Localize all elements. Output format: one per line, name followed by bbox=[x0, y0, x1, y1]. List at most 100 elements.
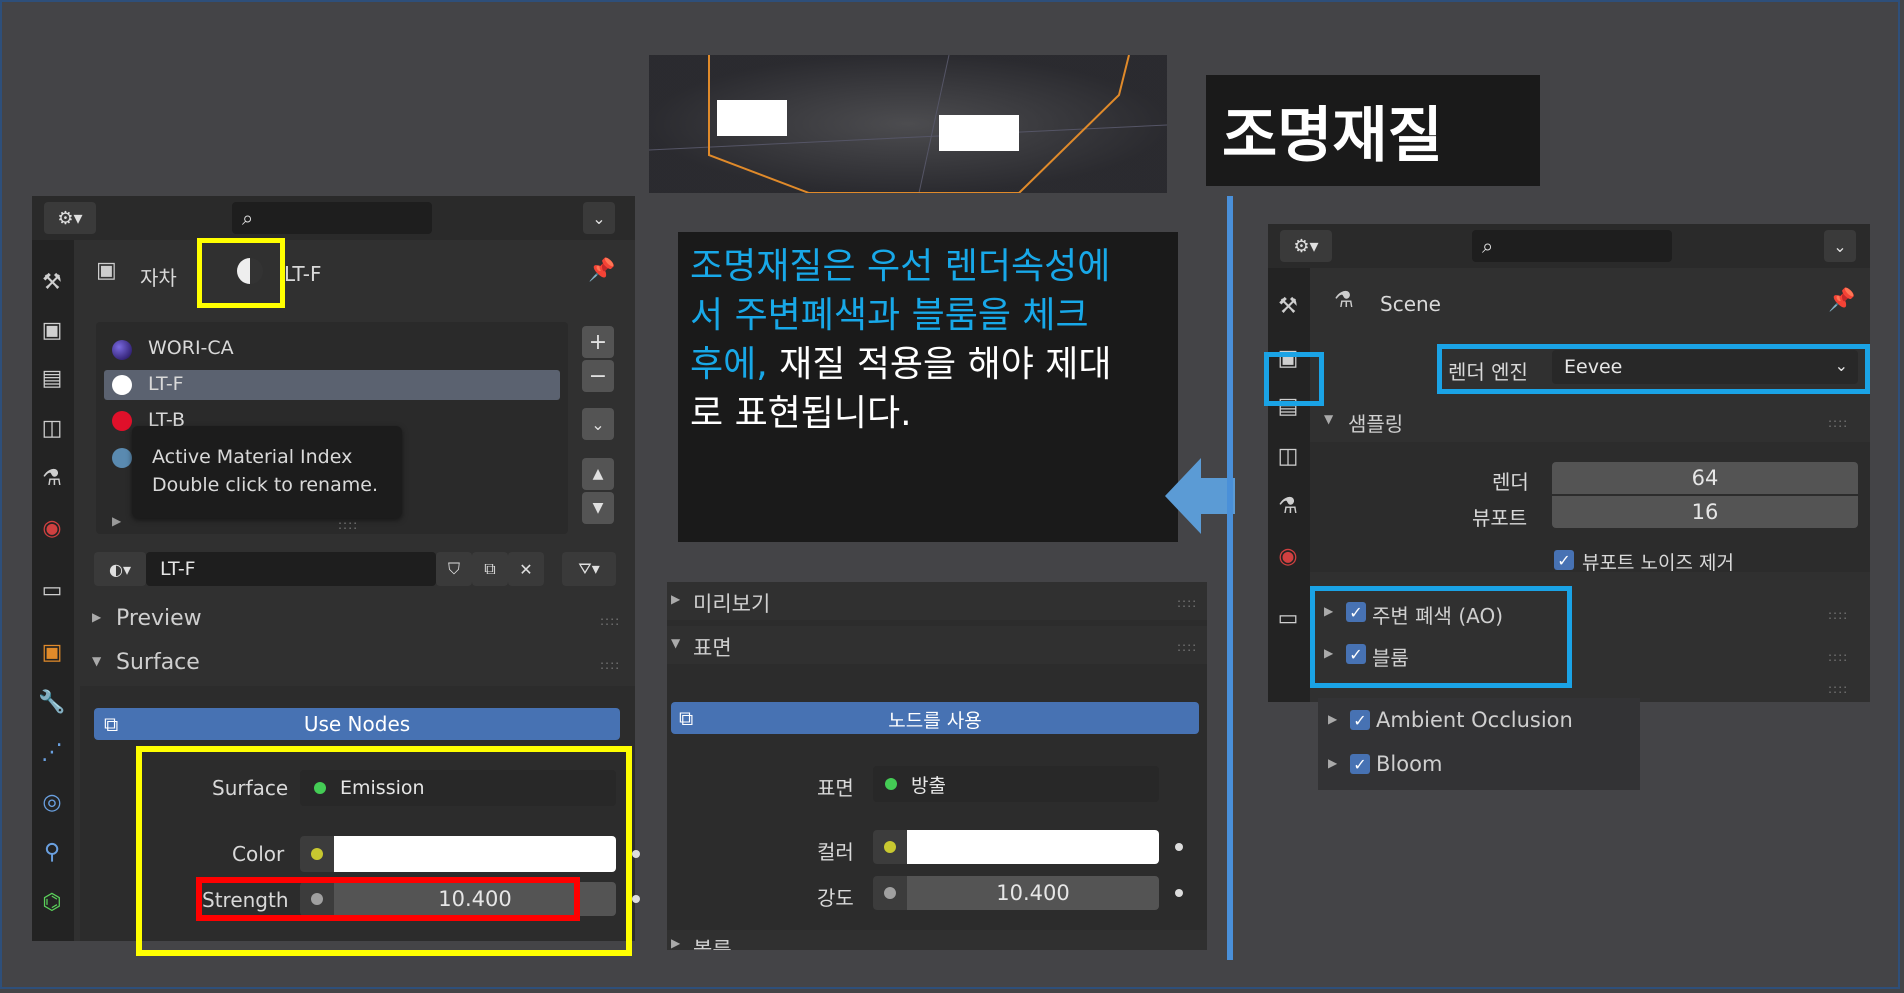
keyframe-dot[interactable] bbox=[1175, 889, 1183, 897]
viewport-samples-value: 16 bbox=[1691, 500, 1719, 524]
modifier-tab-icon[interactable]: 🔧 bbox=[32, 682, 72, 722]
link-type-button[interactable]: ⛛▾ bbox=[562, 552, 616, 586]
keyframe-dot[interactable] bbox=[1175, 843, 1183, 851]
expand-arrow-icon: ▶ bbox=[1328, 712, 1338, 726]
use-nodes-button[interactable]: ⧉ 노드를 사용 bbox=[671, 702, 1199, 734]
light-panel-right bbox=[939, 115, 1019, 151]
collapse-arrow-icon: ▼ bbox=[92, 654, 102, 668]
drag-grip[interactable]: :::: bbox=[1828, 416, 1848, 430]
color-swatch[interactable] bbox=[907, 830, 1159, 864]
surface-section-header[interactable]: ▼ Surface :::: bbox=[80, 644, 635, 682]
color-socket[interactable] bbox=[873, 830, 907, 864]
drag-grip[interactable]: :::: bbox=[1828, 650, 1848, 664]
render-samples-value: 64 bbox=[1691, 466, 1719, 490]
drag-grip[interactable]: :::: bbox=[1177, 640, 1197, 654]
expand-arrow-icon: ▶ bbox=[92, 610, 102, 624]
light-panel-left bbox=[717, 100, 787, 136]
list-expand-icon[interactable]: ▶ bbox=[112, 514, 121, 528]
material-tab-highlight bbox=[197, 238, 285, 308]
list-item-selected[interactable]: LT-F bbox=[104, 370, 560, 400]
world-tab-icon[interactable]: ◉ bbox=[1268, 536, 1308, 576]
keyframe-dot[interactable] bbox=[632, 895, 640, 903]
drag-grip[interactable]: :::: bbox=[1177, 596, 1197, 610]
remove-slot-button[interactable]: − bbox=[582, 360, 614, 392]
use-nodes-button[interactable]: ⧉ Use Nodes bbox=[94, 708, 620, 740]
ambient-occlusion-checkbox[interactable]: ✓ bbox=[1350, 710, 1370, 730]
strength-socket[interactable] bbox=[873, 876, 907, 910]
move-down-button[interactable]: ▼ bbox=[582, 492, 614, 524]
bloom-en-checkbox[interactable]: ✓ bbox=[1350, 754, 1370, 774]
pin-icon[interactable]: 📌 bbox=[1828, 288, 1855, 313]
data-tab-icon[interactable]: ⌬ bbox=[32, 882, 72, 922]
collection-tab-icon[interactable]: ▭ bbox=[32, 570, 72, 610]
object-tab-icon[interactable]: ▣ bbox=[32, 632, 72, 672]
strength-value-field[interactable]: 10.400 bbox=[907, 876, 1159, 910]
viewport-denoise-checkbox[interactable]: ✓ bbox=[1554, 550, 1574, 570]
expand-arrow-icon: ▶ bbox=[671, 592, 681, 606]
volume-section-header[interactable]: ▶ 볼륨 bbox=[667, 930, 1207, 950]
particles-tab-icon[interactable]: ⋰ bbox=[32, 732, 72, 772]
english-inset-panel: ▶ ✓ Ambient Occlusion ▶ ✓ Bloom bbox=[1318, 698, 1640, 790]
surface-section-header[interactable]: ▼ 표면 :::: bbox=[667, 626, 1207, 664]
surface-shader-field[interactable]: 방출 bbox=[873, 766, 1159, 802]
search-input[interactable]: ⌕ bbox=[1472, 230, 1672, 262]
viewport-samples-field[interactable]: 16 bbox=[1552, 496, 1858, 528]
tool-tab-icon[interactable]: ⚒ bbox=[1268, 286, 1308, 326]
strength-value: 10.400 bbox=[996, 881, 1070, 905]
world-tab-icon[interactable]: ◉ bbox=[32, 508, 72, 548]
keyframe-dot[interactable] bbox=[632, 850, 640, 858]
material-name-value: LT-F bbox=[160, 558, 196, 580]
sampling-label: 샘플링 bbox=[1348, 412, 1404, 436]
duplicate-material-button[interactable]: ⧉ bbox=[472, 552, 508, 586]
search-icon: ⌕ bbox=[242, 206, 254, 230]
physics-tab-icon[interactable]: ◎ bbox=[32, 782, 72, 822]
surface-socket-label: 표면 bbox=[817, 776, 854, 800]
preview-section-header[interactable]: ▶ Preview :::: bbox=[80, 600, 635, 638]
output-tab-icon[interactable]: ▤ bbox=[32, 358, 72, 398]
tool-tab-icon[interactable]: ⚒ bbox=[32, 262, 72, 302]
render-tab-highlight bbox=[1264, 352, 1324, 406]
material-color-dot bbox=[112, 411, 132, 431]
pin-icon[interactable]: 📌 bbox=[588, 258, 615, 283]
vertical-divider bbox=[1227, 196, 1233, 960]
fake-user-button[interactable]: ⛉ bbox=[436, 552, 472, 586]
tooltip-description: Double click to rename. bbox=[152, 474, 378, 496]
material-name: WORI-CA bbox=[148, 337, 234, 359]
use-nodes-label: 노드를 사용 bbox=[888, 710, 982, 732]
material-color-dot bbox=[112, 448, 132, 468]
scene-tab-icon[interactable]: ⚗ bbox=[32, 458, 72, 498]
volume-label: 볼륨 bbox=[693, 938, 732, 950]
material-name: LT-F bbox=[148, 373, 184, 395]
drag-grip[interactable]: :::: bbox=[600, 658, 620, 672]
add-slot-button[interactable]: + bbox=[582, 326, 614, 358]
collapse-arrow-icon: ▼ bbox=[671, 636, 681, 650]
constraints-tab-icon[interactable]: ⚲ bbox=[32, 832, 72, 872]
editor-type-button[interactable]: ⚙▾ bbox=[1280, 230, 1332, 262]
render-tab-icon[interactable]: ▣ bbox=[32, 310, 72, 350]
drag-grip[interactable]: :::: bbox=[1828, 608, 1848, 622]
scene-icon: ⚗ bbox=[1334, 288, 1354, 313]
color-socket-dot bbox=[884, 841, 896, 853]
resize-grip[interactable]: :::: bbox=[338, 518, 358, 532]
drag-grip[interactable]: :::: bbox=[1828, 682, 1848, 696]
preview-section-header[interactable]: ▶ 미리보기 :::: bbox=[667, 582, 1207, 620]
sampling-section-header[interactable]: ▼ 샘플링 :::: bbox=[1310, 402, 1870, 440]
collection-tab-icon[interactable]: ▭ bbox=[1268, 598, 1308, 638]
options-dropdown-button[interactable]: ⌄ bbox=[1824, 230, 1856, 262]
move-up-button[interactable]: ▲ bbox=[582, 458, 614, 490]
view-layer-tab-icon[interactable]: ◫ bbox=[1268, 436, 1308, 476]
slot-specials-button[interactable]: ⌄ bbox=[582, 408, 614, 440]
drag-grip[interactable]: :::: bbox=[600, 614, 620, 628]
scene-tab-icon[interactable]: ⚗ bbox=[1268, 486, 1308, 526]
browse-material-button[interactable]: ◐▾ bbox=[94, 552, 146, 586]
unlink-material-button[interactable]: ✕ bbox=[508, 552, 544, 586]
search-input[interactable]: ⌕ bbox=[232, 202, 432, 234]
options-dropdown-button[interactable]: ⌄ bbox=[583, 202, 615, 234]
editor-type-button[interactable]: ⚙▾ bbox=[44, 202, 96, 234]
view-layer-tab-icon[interactable]: ◫ bbox=[32, 408, 72, 448]
viewport-denoise-label: 뷰포트 노이즈 제거 bbox=[1582, 552, 1734, 574]
render-preview-image bbox=[649, 55, 1167, 193]
material-name-field[interactable]: LT-F bbox=[146, 552, 436, 586]
render-samples-field[interactable]: 64 bbox=[1552, 462, 1858, 494]
list-item[interactable]: WORI-CA bbox=[104, 334, 560, 364]
